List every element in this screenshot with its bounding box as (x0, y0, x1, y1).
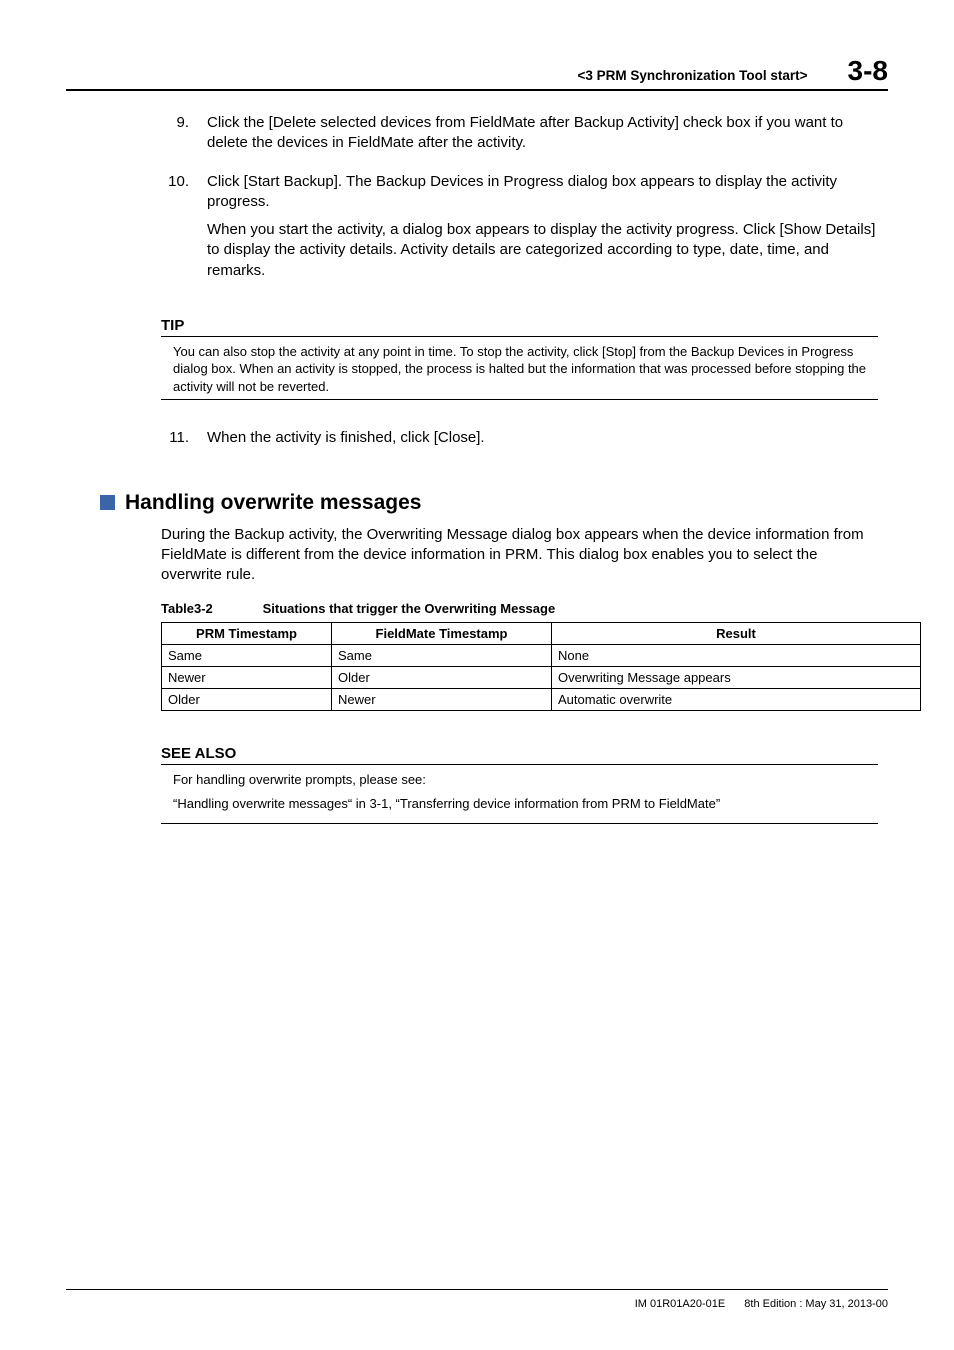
table-header-row: PRM Timestamp FieldMate Timestamp Result (162, 623, 921, 645)
table-cell: Overwriting Message appears (552, 667, 921, 689)
table-header-cell: FieldMate Timestamp (332, 623, 552, 645)
table-cell: None (552, 645, 921, 667)
table-caption-text: Situations that trigger the Overwriting … (263, 601, 556, 616)
step-number: 10. (161, 172, 189, 289)
see-also-body: For handling overwrite prompts, please s… (161, 770, 878, 824)
page-header: <3 PRM Synchronization Tool start> 3-8 (66, 55, 888, 91)
section-heading: Handling overwrite messages (100, 491, 888, 515)
page-number: 3-8 (848, 55, 888, 87)
header-chapter-title: <3 PRM Synchronization Tool start> (577, 68, 807, 83)
table-cell: Automatic overwrite (552, 689, 921, 711)
step-text: Click [Start Backup]. The Backup Devices… (207, 172, 878, 289)
step-item: 11. When the activity is finished, click… (161, 428, 878, 456)
table-cell: Newer (162, 667, 332, 689)
step-number: 11. (161, 428, 189, 456)
overwrite-table: PRM Timestamp FieldMate Timestamp Result… (161, 622, 921, 711)
table-cell: Same (332, 645, 552, 667)
step-list-1: 9. Click the [Delete selected devices fr… (161, 113, 878, 289)
section-title: Handling overwrite messages (125, 491, 421, 515)
footer-doc-id: IM 01R01A20-01E (635, 1298, 726, 1310)
footer-edition: 8th Edition : May 31, 2013-00 (744, 1298, 888, 1310)
tip-block: TIP You can also stop the activity at an… (161, 317, 878, 401)
table-cell: Older (332, 667, 552, 689)
table-row: Same Same None (162, 645, 921, 667)
table-row: Newer Older Overwriting Message appears (162, 667, 921, 689)
step-text: When the activity is finished, click [Cl… (207, 428, 485, 456)
step-number: 9. (161, 113, 189, 162)
see-also-line: For handling overwrite prompts, please s… (173, 770, 878, 790)
see-also-block: SEE ALSO For handling overwrite prompts,… (161, 745, 878, 824)
section-bullet-icon (100, 495, 115, 510)
step-para: When you start the activity, a dialog bo… (207, 220, 878, 281)
section-paragraph: During the Backup activity, the Overwrit… (161, 525, 878, 586)
step-item: 10. Click [Start Backup]. The Backup Dev… (161, 172, 878, 289)
table-cell: Same (162, 645, 332, 667)
page-footer: IM 01R01A20-01E 8th Edition : May 31, 20… (66, 1289, 888, 1310)
table-header-cell: PRM Timestamp (162, 623, 332, 645)
step-text: Click the [Delete selected devices from … (207, 113, 878, 162)
table-caption-id: Table3-2 (161, 601, 259, 616)
step-para: When the activity is finished, click [Cl… (207, 428, 485, 448)
step-para: Click [Start Backup]. The Backup Devices… (207, 172, 878, 213)
see-also-label: SEE ALSO (161, 745, 878, 765)
table-row: Older Newer Automatic overwrite (162, 689, 921, 711)
tip-body: You can also stop the activity at any po… (161, 341, 878, 401)
tip-label: TIP (161, 317, 878, 337)
step-item: 9. Click the [Delete selected devices fr… (161, 113, 878, 162)
table-caption: Table3-2 Situations that trigger the Ove… (161, 601, 888, 616)
step-list-2: 11. When the activity is finished, click… (161, 428, 878, 456)
table-header-cell: Result (552, 623, 921, 645)
table-cell: Newer (332, 689, 552, 711)
step-para: Click the [Delete selected devices from … (207, 113, 878, 154)
see-also-line: “Handling overwrite messages“ in 3-1, “T… (173, 794, 878, 814)
table-cell: Older (162, 689, 332, 711)
